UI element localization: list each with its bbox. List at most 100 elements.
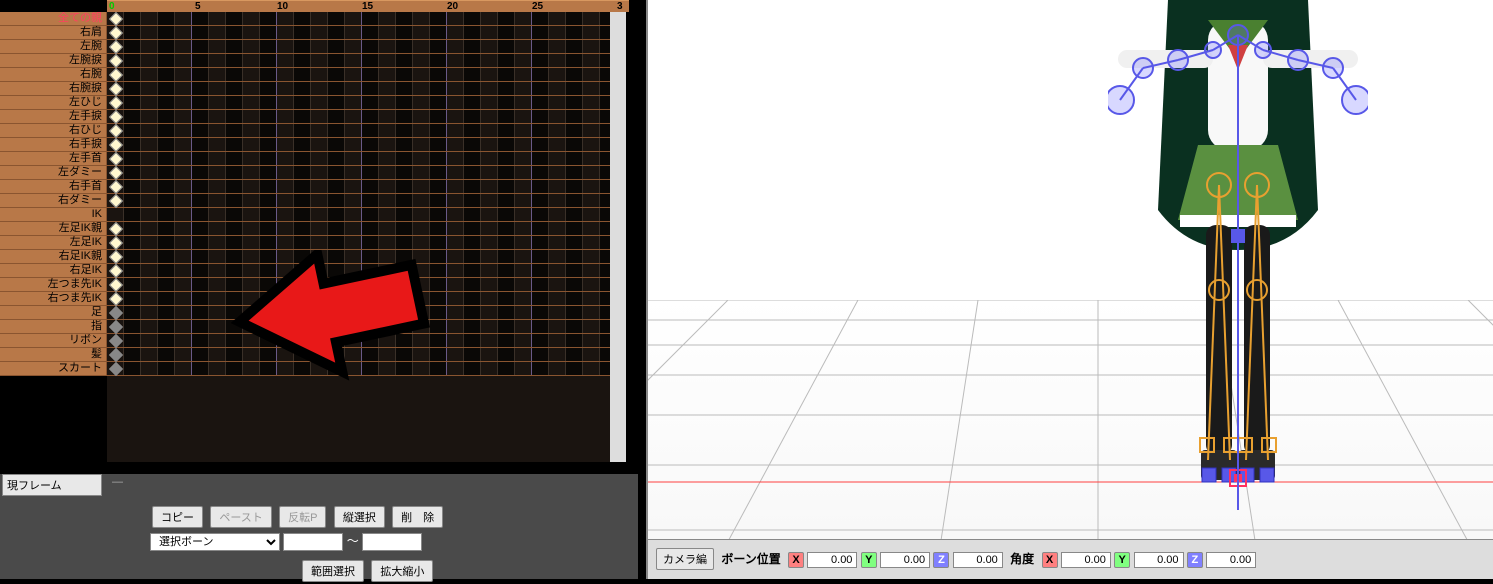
keyframe-icon[interactable] bbox=[109, 110, 123, 124]
timeline-row[interactable] bbox=[107, 264, 611, 278]
range-end-input[interactable] bbox=[362, 533, 422, 551]
pos-y-axis-icon[interactable]: Y bbox=[861, 552, 877, 568]
bone-row[interactable]: 左つま先IK bbox=[0, 278, 107, 292]
bone-row[interactable]: スカート bbox=[0, 362, 107, 376]
ang-y-value[interactable]: 0.00 bbox=[1134, 552, 1184, 568]
timeline-row[interactable] bbox=[107, 194, 611, 208]
bone-row[interactable]: 右足IK bbox=[0, 264, 107, 278]
keyframe-icon[interactable] bbox=[109, 334, 123, 348]
timeline-row[interactable] bbox=[107, 250, 611, 264]
copy-button[interactable]: コピー bbox=[152, 506, 203, 528]
range-start-input[interactable] bbox=[283, 533, 343, 551]
timeline-row[interactable] bbox=[107, 306, 611, 320]
timeline-row[interactable] bbox=[107, 152, 611, 166]
timeline-row[interactable] bbox=[107, 138, 611, 152]
bone-row[interactable]: 右手首 bbox=[0, 180, 107, 194]
timeline-row[interactable] bbox=[107, 236, 611, 250]
keyframe-icon[interactable] bbox=[109, 152, 123, 166]
bone-row[interactable]: リボン bbox=[0, 334, 107, 348]
timeline-row[interactable] bbox=[107, 82, 611, 96]
bone-row[interactable]: 全ての親 bbox=[0, 12, 107, 26]
keyframe-icon[interactable] bbox=[109, 194, 123, 208]
timeline-row[interactable] bbox=[107, 278, 611, 292]
timeline-grid[interactable] bbox=[107, 12, 611, 462]
keyframe-icon[interactable] bbox=[109, 250, 123, 264]
bone-row[interactable]: 右肩 bbox=[0, 26, 107, 40]
ang-z-value[interactable]: 0.00 bbox=[1206, 552, 1256, 568]
delete-button[interactable]: 削 除 bbox=[392, 506, 443, 528]
keyframe-icon[interactable] bbox=[109, 292, 123, 306]
keyframe-icon[interactable] bbox=[109, 348, 123, 362]
pos-z-axis-icon[interactable]: Z bbox=[933, 552, 949, 568]
keyframe-icon[interactable] bbox=[109, 82, 123, 96]
timeline-row[interactable] bbox=[107, 362, 611, 376]
pos-x-axis-icon[interactable]: X bbox=[788, 552, 804, 568]
timeline-row[interactable] bbox=[107, 12, 611, 26]
timeline-row[interactable] bbox=[107, 26, 611, 40]
pos-y-value[interactable]: 0.00 bbox=[880, 552, 930, 568]
keyframe-icon[interactable] bbox=[109, 222, 123, 236]
keyframe-icon[interactable] bbox=[109, 180, 123, 194]
bone-row[interactable]: 左足IK親 bbox=[0, 222, 107, 236]
keyframe-icon[interactable] bbox=[109, 166, 123, 180]
bone-row[interactable]: 右手捩 bbox=[0, 138, 107, 152]
timeline-row[interactable] bbox=[107, 292, 611, 306]
bone-row[interactable]: 右腕 bbox=[0, 68, 107, 82]
paste-button[interactable]: ペースト bbox=[210, 506, 271, 528]
ang-z-axis-icon[interactable]: Z bbox=[1187, 552, 1203, 568]
timeline-row[interactable] bbox=[107, 40, 611, 54]
bone-row[interactable]: 左手捩 bbox=[0, 110, 107, 124]
keyframe-icon[interactable] bbox=[109, 278, 123, 292]
keyframe-icon[interactable] bbox=[109, 124, 123, 138]
timeline-row[interactable] bbox=[107, 334, 611, 348]
keyframe-icon[interactable] bbox=[109, 236, 123, 250]
ang-x-value[interactable]: 0.00 bbox=[1061, 552, 1111, 568]
keyframe-icon[interactable] bbox=[109, 138, 123, 152]
pos-z-value[interactable]: 0.00 bbox=[953, 552, 1003, 568]
timeline-ruler[interactable]: 0 5 10 15 20 25 3 bbox=[107, 0, 629, 12]
bone-row[interactable]: 髪 bbox=[0, 348, 107, 362]
keyframe-icon[interactable] bbox=[109, 264, 123, 278]
bone-row[interactable]: 右ダミー bbox=[0, 194, 107, 208]
camera-edit-button[interactable]: カメラ編 bbox=[656, 548, 714, 570]
timeline-row[interactable] bbox=[107, 208, 611, 222]
timeline-row[interactable] bbox=[107, 54, 611, 68]
keyframe-icon[interactable] bbox=[109, 40, 123, 54]
bone-row[interactable]: IK bbox=[0, 208, 107, 222]
timeline-row[interactable] bbox=[107, 320, 611, 334]
keyframe-icon[interactable] bbox=[109, 362, 123, 376]
keyframe-icon[interactable] bbox=[109, 68, 123, 82]
current-frame-button[interactable]: 現フレーム bbox=[2, 474, 102, 496]
select-bone-dropdown[interactable]: 選択ボーン bbox=[150, 533, 280, 551]
timeline-row[interactable] bbox=[107, 166, 611, 180]
bone-row[interactable]: 足 bbox=[0, 306, 107, 320]
timeline-row[interactable] bbox=[107, 348, 611, 362]
keyframe-icon[interactable] bbox=[109, 96, 123, 110]
ang-x-axis-icon[interactable]: X bbox=[1042, 552, 1058, 568]
bone-row[interactable]: 左ダミー bbox=[0, 166, 107, 180]
bone-row[interactable]: 左手首 bbox=[0, 152, 107, 166]
timeline-row[interactable] bbox=[107, 222, 611, 236]
timeline-row[interactable] bbox=[107, 96, 611, 110]
reverse-button[interactable]: 反転P bbox=[279, 506, 326, 528]
bone-row[interactable]: 左腕捩 bbox=[0, 54, 107, 68]
timeline-row[interactable] bbox=[107, 68, 611, 82]
bone-row[interactable]: 右足IK親 bbox=[0, 250, 107, 264]
timeline-row[interactable] bbox=[107, 124, 611, 138]
column-select-button[interactable]: 縦選択 bbox=[334, 506, 385, 528]
bone-row[interactable]: 右つま先IK bbox=[0, 292, 107, 306]
timeline-row[interactable] bbox=[107, 180, 611, 194]
keyframe-icon[interactable] bbox=[109, 12, 123, 26]
pos-x-value[interactable]: 0.00 bbox=[807, 552, 857, 568]
bone-row[interactable]: 左足IK bbox=[0, 236, 107, 250]
bone-row[interactable]: 右ひじ bbox=[0, 124, 107, 138]
vertical-scrollbar[interactable] bbox=[610, 12, 626, 462]
ang-y-axis-icon[interactable]: Y bbox=[1114, 552, 1130, 568]
bone-row[interactable]: 指 bbox=[0, 320, 107, 334]
keyframe-icon[interactable] bbox=[109, 320, 123, 334]
keyframe-icon[interactable] bbox=[109, 54, 123, 68]
3d-viewport[interactable] bbox=[648, 0, 1493, 540]
keyframe-icon[interactable] bbox=[109, 26, 123, 40]
bone-row[interactable]: 右腕捩 bbox=[0, 82, 107, 96]
bone-row[interactable]: 左腕 bbox=[0, 40, 107, 54]
